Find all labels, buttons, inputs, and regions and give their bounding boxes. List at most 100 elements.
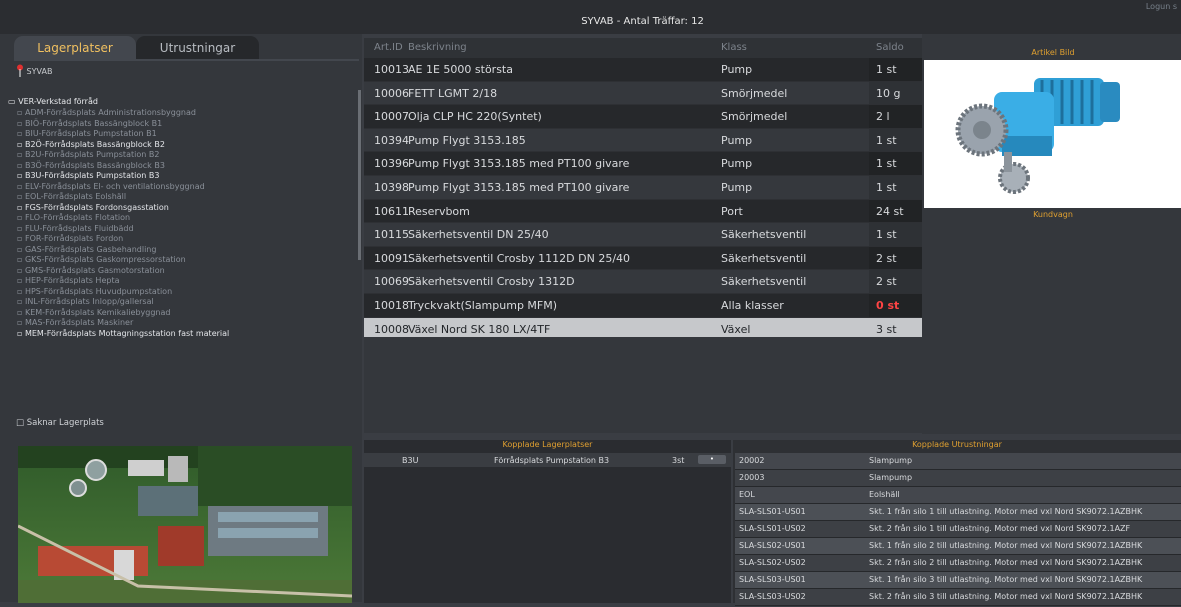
linked-location-row[interactable]: B3U Förrådsplats Pumpstation B3 3st • [364, 453, 731, 467]
tree-item[interactable]: ▫ ELV-Förrådsplats El- och ventilationsb… [8, 182, 354, 193]
equipment-row[interactable]: SLA-SLS01-US02 Skt. 2 från silo 1 till ut… [735, 521, 1181, 538]
tree-item[interactable]: ▫ B2Ö-Förrådsplats Bassängblock B2 [8, 140, 354, 151]
location-filter-label: SYVAB [26, 67, 53, 76]
tree-item[interactable]: ▫ FOR-Förrådsplats Fordon [8, 234, 354, 245]
cell-class: Pump [721, 63, 753, 76]
linked-locations-title: Kopplade Lagerplatser [502, 440, 593, 449]
tree-item[interactable]: ▫ ADM-Förrådsplats Administrationsbyggna… [8, 108, 354, 119]
tree-item[interactable]: ▫ FGS-Förrådsplats Fordonsgasstation [8, 203, 354, 214]
tab-lagerplatser[interactable]: Lagerplatser [14, 36, 136, 60]
equipment-row[interactable]: SLA-SLS03-US02 Skt. 2 från silo 3 till ut… [735, 589, 1181, 606]
location-tree[interactable]: ▭ VER-Verkstad förråd ▫ ADM-Förrådsplats… [8, 96, 354, 408]
cell-saldo: 1 st [876, 157, 897, 171]
equipment-description: Skt. 1 från silo 3 till utlastning. Moto… [869, 575, 1143, 584]
tree-item[interactable]: ▫ KEM-Förrådsplats Kemikaliebyggnad [8, 308, 354, 319]
table-row[interactable]: 10069 Säkerhetsventil Crosby 1312D Säkerhe… [364, 270, 922, 294]
cell-class: Säkerhetsventil [721, 275, 807, 289]
tree-item[interactable]: ▫ INL-Förrådsplats Inlopp/gallersal [8, 297, 354, 308]
equipment-id: EOL [739, 490, 755, 499]
bullet-icon: ▫ [17, 139, 25, 149]
cell-description: Växel Nord SK 180 LX/4TF [408, 322, 551, 336]
tree-item[interactable]: ▫ EOL-Förrådsplats Eolshäll [8, 192, 354, 203]
tree-item[interactable]: ▫ HEP-Förrådsplats Hepta [8, 276, 354, 287]
tree-item-label: EOL-Förrådsplats Eolshäll [24, 192, 127, 201]
tree-scrollbar[interactable] [358, 90, 361, 260]
equipment-row[interactable]: SLA-SLS01-US01 Skt. 1 från silo 1 till ut… [735, 504, 1181, 521]
tree-item[interactable]: ▫ GMS-Förrådsplats Gasmotorstation [8, 266, 354, 277]
equipment-description: Slampump [869, 456, 913, 465]
tab-underline [14, 59, 359, 61]
bullet-icon: ▫ [17, 255, 25, 264]
equipment-row[interactable]: SLA-SLS02-US02 Skt. 2 från silo 2 till ut… [735, 555, 1181, 572]
logout-link[interactable]: Logun s [1146, 2, 1177, 11]
equipment-id: SLA-SLS01-US02 [739, 524, 806, 533]
tree-item[interactable]: ▫ FLU-Förrådsplats Fluidbädd [8, 224, 354, 235]
add-to-cart-button[interactable]: • [698, 455, 726, 464]
tree-item-label: KEM-Förrådsplats Kemikaliebyggnad [24, 307, 171, 317]
tree-item[interactable]: ▫ BIÖ-Förrådsplats Bassängblock B1 [8, 119, 354, 130]
linked-location-code: B3U [402, 456, 419, 465]
col-artid[interactable]: Art.ID [374, 42, 403, 53]
tab-utrustningar[interactable]: Utrustningar [136, 36, 259, 60]
table-row[interactable]: 10018 Tryckvakt(Slampump MFM) Alla klasser… [364, 293, 922, 318]
tree-item-label: HPS-Förrådsplats Huvudpumpstation [24, 286, 173, 296]
equipment-row[interactable]: SLA-SLS02-US01 Skt. 1 från silo 2 till ut… [735, 538, 1181, 555]
col-description[interactable]: Beskrivning [408, 42, 467, 53]
cell-saldo: 2 st [876, 251, 897, 265]
location-filter[interactable]: SYVAB [16, 64, 52, 80]
tree-item[interactable]: ▫ GAS-Förrådsplats Gasbehandling [8, 245, 354, 256]
dot-icon: • [709, 455, 715, 463]
equipment-description: Skt. 2 från silo 1 till utlastning. Moto… [869, 524, 1131, 533]
tree-root[interactable]: ▭ VER-Verkstad förråd [8, 96, 354, 108]
table-row[interactable]: 10394 Pump Flygt 3153.185 Pump 1 st [364, 128, 922, 153]
bullet-icon: ▫ [17, 244, 25, 254]
table-row[interactable]: 10007 Olja CLP HC 220(Syntet) Smörjmedel 2 … [364, 105, 922, 129]
linked-equipment-title: Kopplade Utrustningar [912, 440, 1002, 449]
table-row[interactable]: 10013 AE 1E 5000 största Pump 1 st [364, 58, 922, 82]
bullet-icon: ▫ [17, 108, 25, 117]
bullet-icon: ▫ [17, 213, 25, 222]
tree-item[interactable]: ▫ FLO-Förrådsplats Flotation [8, 213, 354, 224]
tree-item-label: INL-Förrådsplats Inlopp/gallersal [24, 297, 154, 306]
tree-item[interactable]: ▫ B3U-Förrådsplats Pumpstation B3 [8, 171, 354, 182]
cell-artid: 10394 [374, 133, 409, 147]
tree-item-label: ADM-Förrådsplats Administrationsbyggnad [24, 108, 196, 117]
cell-class: Pump [721, 180, 753, 194]
equipment-description: Skt. 1 från silo 2 till utlastning. Moto… [869, 541, 1143, 550]
tree-item[interactable]: ▫ MAS-Förrådsplats Maskiner [8, 318, 354, 329]
tree-item-label: GAS-Förrådsplats Gasbehandling [24, 244, 157, 254]
col-class[interactable]: Klass [721, 42, 747, 53]
tree-item[interactable]: ▫ GKS-Förrådsplats Gaskompressorstation [8, 255, 354, 266]
col-saldo[interactable]: Saldo [876, 42, 904, 53]
window-title: SYVAB - Antal Träffar: 12 [581, 16, 704, 27]
bullet-icon: ▫ [17, 234, 25, 243]
map-pin-icon [16, 64, 24, 79]
equipment-id: SLA-SLS02-US02 [739, 558, 806, 567]
table-row[interactable]: 10006 FETT LGMT 2/18 Smörjmedel 10 g [364, 81, 922, 106]
equipment-row[interactable]: 20002 Slampump [735, 453, 1181, 470]
cell-saldo: 2 l [876, 110, 890, 124]
cell-saldo: 1 st [876, 63, 897, 76]
equipment-description: Skt. 1 från silo 1 till utlastning. Moto… [869, 507, 1143, 516]
table-row[interactable]: 10396 Pump Flygt 3153.185 med PT100 givar… [364, 152, 922, 176]
missing-location-item[interactable]: □ Saknar Lagerplats [16, 418, 104, 428]
tree-item[interactable]: ▫ BIU-Förrådsplats Pumpstation B1 [8, 129, 354, 140]
tree-item[interactable]: ▫ HPS-Förrådsplats Huvudpumpstation [8, 287, 354, 298]
equipment-row[interactable]: EOL Eolshäll [735, 487, 1181, 504]
tree-item-label: HEP-Förrådsplats Hepta [24, 276, 120, 285]
cell-class: Pump [721, 133, 753, 147]
tree-item[interactable]: ▫ B2U-Förrådsplats Pumpstation B2 [8, 150, 354, 161]
table-row[interactable]: 10398 Pump Flygt 3153.185 med PT100 givar… [364, 175, 922, 200]
equipment-row[interactable]: SLA-SLS03-US01 Skt. 1 från silo 3 till ut… [735, 572, 1181, 589]
table-row[interactable]: 10611 Reservbom Port 24 st [364, 199, 922, 224]
tree-item[interactable]: ▫ MEM-Förrådsplats Mottagningsstation fa… [8, 329, 354, 340]
bullet-icon: ▫ [17, 223, 25, 233]
folder-icon: ▭ [8, 97, 19, 106]
equipment-row[interactable]: 20003 Slampump [735, 470, 1181, 487]
linked-equipment-list: 20002 Slampump 20003 Slampump EOL Eolshäll SLA… [735, 453, 1181, 606]
table-row[interactable]: 10115 Säkerhetsventil DN 25/40 Säkerhetsve… [364, 223, 922, 247]
equipment-id: SLA-SLS03-US01 [739, 575, 806, 584]
table-row[interactable]: 10091 Säkerhetsventil Crosby 1112D DN 25/… [364, 246, 922, 271]
tree-item[interactable]: ▫ B3Ö-Förrådsplats Bassängblock B3 [8, 161, 354, 172]
cell-class: Port [721, 204, 743, 218]
